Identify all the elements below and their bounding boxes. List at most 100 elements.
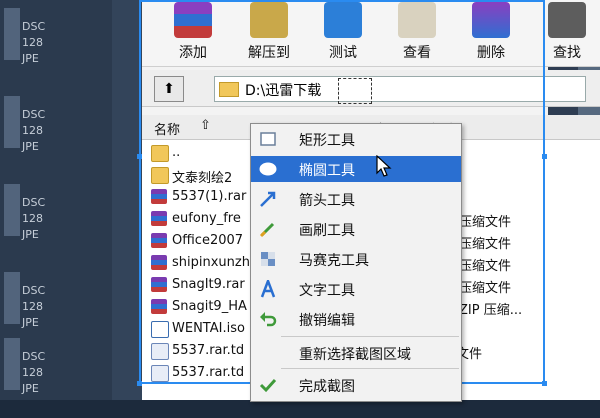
screenshot-tool-menu: 矩形工具 椭圆工具 箭头工具 画刷工具 马赛克工具 文字工具 撤销编辑 重新选择… [250,123,462,402]
bg-file-type: JPE [22,382,39,395]
menu-item-label: 画刷工具 [299,223,355,239]
temp-file-icon [151,343,169,360]
bg-file-name: DSC [22,108,46,121]
rar-archive-icon [151,277,167,292]
file-thumbnail [4,272,20,324]
menu-item-label: 重新选择截图区域 [299,347,411,363]
rar-archive-icon [151,211,167,226]
file-name: 5537.rar.td [172,365,245,380]
iso-file-icon [151,321,169,338]
delete-button-label: 删除 [477,45,505,61]
menu-item-undo[interactable]: 撤销编辑 [251,306,461,332]
folder-icon [151,167,169,184]
bg-file-name: DSC [22,20,46,33]
temp-file-icon [151,365,169,382]
text-tool-icon [260,280,276,298]
sort-arrow-icon[interactable]: ⇧ [200,118,211,133]
menu-item-reselect-area[interactable]: 重新选择截图区域 [251,340,461,366]
view-button[interactable]: 查看 [386,0,448,66]
menu-item-arrow-tool[interactable]: 箭头工具 [251,186,461,212]
mouse-cursor-icon [376,155,392,177]
add-button[interactable]: 添加 [162,0,224,66]
extract-to-button[interactable]: 解压到 [238,0,300,66]
file-name: SnagIt9.rar [172,277,245,292]
file-name: Office2007 [172,233,244,248]
bg-file-type: JPE [22,228,39,241]
bg-file-size: 128 [22,300,43,313]
extract-to-icon [250,2,288,38]
test-button-label: 测试 [329,45,357,61]
file-thumbnail [4,8,20,60]
bg-file-size: 128 [22,212,43,225]
brush-tool-icon [259,222,275,238]
test-button[interactable]: 测试 [312,0,374,66]
menu-item-rectangle-tool[interactable]: 矩形工具 [251,126,461,152]
undo-icon [260,312,277,327]
add-archive-icon [174,2,212,38]
selection-resize-handle[interactable] [137,154,142,159]
bg-file-size: 128 [22,366,43,379]
bg-file-type: JPE [22,52,39,65]
file-name: WENTAI.iso [172,321,245,336]
file-name: 5537.rar.td [172,343,245,358]
column-name-header[interactable]: 名称 [154,119,180,138]
selection-resize-handle[interactable] [137,381,142,386]
ellipse-drawing-marquee [338,78,372,104]
menu-item-label: 马赛克工具 [299,253,369,269]
bg-file-name: DSC [22,284,46,297]
find-button[interactable]: 查找 [536,0,598,66]
rar-archive-icon [151,233,167,248]
folder-icon [219,82,239,97]
bg-file-type: JPE [22,316,39,329]
bg-file-size: 128 [22,124,43,137]
menu-item-label: 完成截图 [299,379,355,395]
folder-icon [151,145,169,162]
bg-file-name: DSC [22,350,46,363]
path-text: D:\迅雷下载 [245,83,322,99]
background-window-edge [112,0,142,400]
menu-item-label: 文字工具 [299,283,355,299]
menu-item-label: 箭头工具 [299,193,355,209]
file-thumbnail [4,338,20,390]
bg-file-name: DSC [22,196,46,209]
menu-divider [281,368,459,369]
bg-file-type: JPE [22,140,39,153]
menu-item-brush-tool[interactable]: 画刷工具 [251,216,461,242]
rar-archive-icon [151,189,167,204]
find-button-label: 查找 [553,45,581,61]
rar-archive-icon [151,299,167,314]
find-binoculars-icon [548,2,586,38]
file-name: .. [172,145,181,160]
file-name: 文泰刻绘2 [172,171,233,186]
selection-resize-handle[interactable] [542,381,547,386]
selection-resize-handle[interactable] [542,154,547,159]
menu-item-label: 椭圆工具 [299,163,355,179]
menu-item-label: 撤销编辑 [299,313,355,329]
menu-item-label: 矩形工具 [299,133,355,149]
path-field[interactable]: D:\迅雷下载 [214,76,586,102]
view-button-label: 查看 [403,45,431,61]
file-name: eufony_fre [172,211,241,226]
file-name: 5537(1).rar [172,189,247,204]
ellipse-tool-icon [259,162,277,176]
file-thumbnail [4,184,20,236]
checkmark-icon [259,378,277,393]
menu-divider [281,336,459,337]
rar-archive-icon [151,255,167,270]
toolbar: 添加 解压到 测试 查看 删除 查找 [142,0,600,67]
view-glasses-icon [398,2,436,38]
arrow-tool-icon [260,191,276,207]
file-thumbnail [4,96,20,148]
menu-item-ellipse-tool[interactable]: 椭圆工具 [251,156,461,182]
menu-item-finish-screenshot[interactable]: 完成截图 [251,372,461,398]
file-name: Snagit9_HA [172,299,247,314]
delete-archive-icon [472,2,510,38]
rectangle-tool-icon [260,132,276,146]
file-name: shipinxunzh [172,255,250,270]
up-level-button[interactable]: ⬆ [154,76,184,102]
test-archive-icon [324,2,362,38]
menu-item-mosaic-tool[interactable]: 马赛克工具 [251,246,461,272]
menu-item-text-tool[interactable]: 文字工具 [251,276,461,302]
bg-file-size: 128 [22,36,43,49]
delete-button[interactable]: 删除 [460,0,522,66]
